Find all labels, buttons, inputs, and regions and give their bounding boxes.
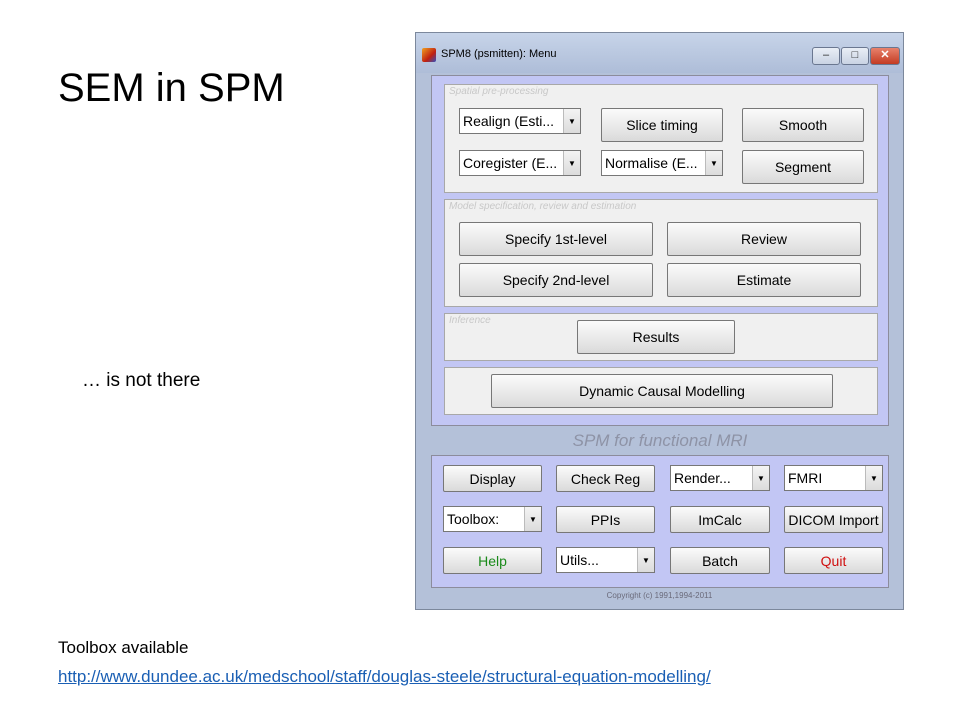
help-button[interactable]: Help: [443, 547, 542, 574]
inference-label: Inference: [449, 315, 491, 326]
display-button[interactable]: Display: [443, 465, 542, 492]
inference-box: Inference Results: [444, 313, 878, 361]
model-specification-box: Model specification, review and estimati…: [444, 199, 878, 307]
review-button[interactable]: Review: [667, 222, 861, 256]
normalise-dropdown-value: Normalise (E...: [605, 155, 698, 171]
toolbox-url-link[interactable]: http://www.dundee.ac.uk/medschool/staff/…: [58, 667, 711, 687]
spm-menu-window: SPM8 (psmitten): Menu – □ ✕ Spatial pre-…: [415, 32, 904, 610]
dcm-box: Dynamic Causal Modelling: [444, 367, 878, 415]
dropdown-arrow-icon: ▼: [705, 151, 722, 175]
modality-dropdown[interactable]: FMRI ▼: [784, 465, 883, 491]
dropdown-arrow-icon: ▼: [637, 548, 654, 572]
note-text: … is not there: [82, 370, 201, 391]
render-dropdown[interactable]: Render... ▼: [670, 465, 770, 491]
results-button[interactable]: Results: [577, 320, 735, 354]
slice-timing-button[interactable]: Slice timing: [601, 108, 723, 142]
coregister-dropdown[interactable]: Coregister (E... ▼: [459, 150, 581, 176]
toolbox-dropdown[interactable]: Toolbox: ▼: [443, 506, 542, 532]
specify-2nd-level-button[interactable]: Specify 2nd-level: [459, 263, 653, 297]
coregister-dropdown-value: Coregister (E...: [463, 155, 558, 171]
model-specification-label: Model specification, review and estimati…: [449, 201, 637, 212]
specify-1st-level-button[interactable]: Specify 1st-level: [459, 222, 653, 256]
imcalc-button[interactable]: ImCalc: [670, 506, 770, 533]
dropdown-arrow-icon: ▼: [524, 507, 541, 531]
ppis-button[interactable]: PPIs: [556, 506, 655, 533]
check-reg-button[interactable]: Check Reg: [556, 465, 655, 492]
normalise-dropdown[interactable]: Normalise (E... ▼: [601, 150, 723, 176]
minimize-button[interactable]: –: [812, 47, 840, 65]
batch-button[interactable]: Batch: [670, 547, 770, 574]
window-titlebar[interactable]: SPM8 (psmitten): Menu – □ ✕: [416, 33, 903, 73]
matlab-icon: [422, 48, 436, 62]
modality-dropdown-value: FMRI: [788, 470, 823, 486]
smooth-button[interactable]: Smooth: [742, 108, 864, 142]
main-menu-panel: Spatial pre-processing Realign (Esti... …: [431, 75, 889, 426]
toolbox-dropdown-value: Toolbox:: [447, 511, 500, 527]
utilities-panel: Display Check Reg Render... ▼ FMRI ▼ Too…: [431, 455, 889, 588]
realign-dropdown-value: Realign (Esti...: [463, 113, 555, 129]
utils-dropdown[interactable]: Utils... ▼: [556, 547, 655, 573]
segment-button[interactable]: Segment: [742, 150, 864, 184]
realign-dropdown[interactable]: Realign (Esti... ▼: [459, 108, 581, 134]
spatial-preprocessing-label: Spatial pre-processing: [449, 86, 549, 97]
dropdown-arrow-icon: ▼: [563, 109, 580, 133]
dropdown-arrow-icon: ▼: [752, 466, 769, 490]
dropdown-arrow-icon: ▼: [563, 151, 580, 175]
copyright-text: Copyright (c) 1991,1994-2011: [606, 591, 713, 600]
render-dropdown-value: Render...: [674, 470, 731, 486]
maximize-button[interactable]: □: [841, 47, 869, 65]
window-title: SPM8 (psmitten): Menu: [441, 48, 557, 60]
slide-title: SEM in SPM: [58, 66, 285, 110]
dropdown-arrow-icon: ▼: [865, 466, 882, 490]
estimate-button[interactable]: Estimate: [667, 263, 861, 297]
quit-button[interactable]: Quit: [784, 547, 883, 574]
utils-dropdown-value: Utils...: [560, 552, 599, 568]
spm-fmri-banner: SPM for functional MRI: [572, 431, 748, 450]
toolbox-available-text: Toolbox available: [58, 638, 189, 657]
dicom-import-button[interactable]: DICOM Import: [784, 506, 883, 533]
dynamic-causal-modelling-button[interactable]: Dynamic Causal Modelling: [491, 374, 833, 408]
spatial-preprocessing-box: Spatial pre-processing Realign (Esti... …: [444, 84, 878, 193]
close-button[interactable]: ✕: [870, 47, 900, 65]
